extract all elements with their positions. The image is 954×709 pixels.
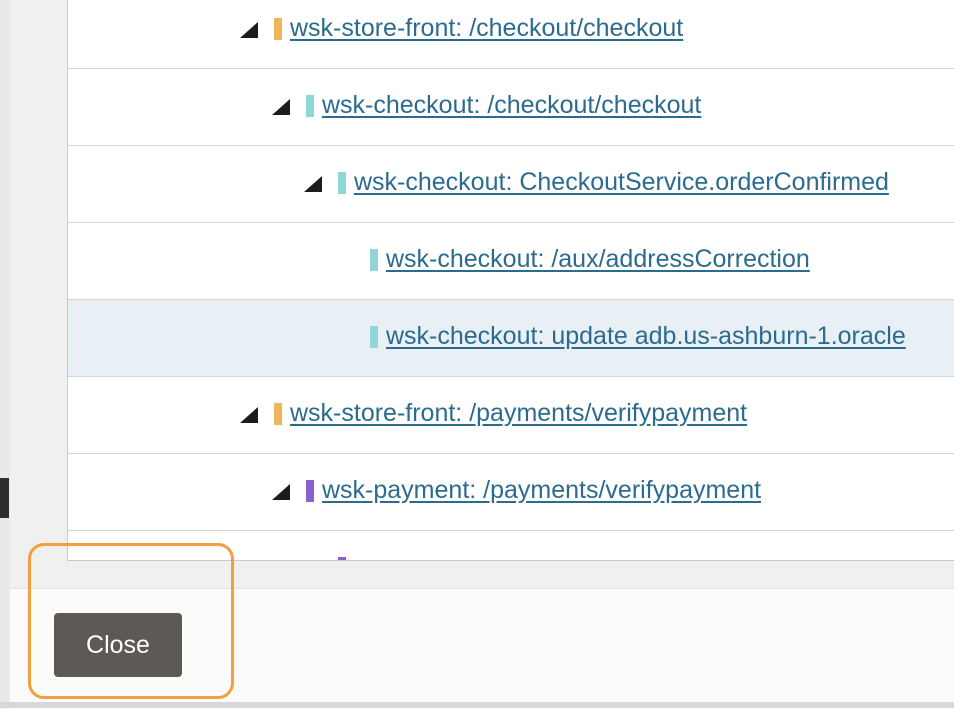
- service-color-bar: [338, 172, 346, 194]
- span-tree-panel[interactable]: wsk-store-front: /checkout/checkout wsk-…: [67, 0, 954, 561]
- span-link[interactable]: wsk-payment: /payments/verifypayment: [322, 476, 761, 505]
- service-color-bar: [370, 326, 378, 348]
- tree-row[interactable]: [68, 531, 954, 560]
- tree-row[interactable]: wsk-checkout: CheckoutService.orderConfi…: [68, 146, 954, 223]
- tree-row-selected[interactable]: wsk-checkout: update adb.us-ashburn-1.or…: [68, 300, 954, 377]
- span-link[interactable]: wsk-checkout: /aux/addressCorrection: [386, 245, 810, 274]
- close-button[interactable]: Close: [54, 613, 182, 677]
- span-link[interactable]: wsk-checkout: update adb.us-ashburn-1.or…: [386, 322, 906, 351]
- service-color-bar: [338, 557, 346, 560]
- service-color-bar: [306, 480, 314, 502]
- service-color-bar: [274, 403, 282, 425]
- trace-details-dialog: wsk-store-front: /checkout/checkout wsk-…: [10, 0, 954, 709]
- dialog-footer: Close: [10, 543, 954, 709]
- tree-row[interactable]: wsk-checkout: /checkout/checkout: [68, 69, 954, 146]
- collapse-toggle-icon[interactable]: [272, 99, 290, 115]
- collapse-toggle-icon[interactable]: [240, 22, 258, 38]
- tree-row[interactable]: wsk-checkout: /aux/addressCorrection: [68, 223, 954, 300]
- service-color-bar: [274, 18, 282, 40]
- collapse-toggle-icon[interactable]: [272, 484, 290, 500]
- window-bottom-edge: [0, 702, 954, 708]
- collapse-toggle-icon[interactable]: [304, 176, 322, 192]
- background-app-block: [0, 478, 9, 518]
- service-color-bar: [370, 249, 378, 271]
- span-link[interactable]: wsk-store-front: /checkout/checkout: [290, 14, 683, 43]
- collapse-toggle-icon[interactable]: [240, 407, 258, 423]
- service-color-bar: [306, 95, 314, 117]
- tree-row[interactable]: wsk-store-front: /checkout/checkout: [68, 0, 954, 69]
- tree-row[interactable]: wsk-payment: /payments/verifypayment: [68, 454, 954, 531]
- span-link[interactable]: wsk-store-front: /payments/verifypayment: [290, 399, 747, 428]
- tree-row[interactable]: wsk-store-front: /payments/verifypayment: [68, 377, 954, 454]
- span-link[interactable]: wsk-checkout: /checkout/checkout: [322, 91, 701, 120]
- span-link[interactable]: wsk-checkout: CheckoutService.orderConfi…: [354, 168, 889, 197]
